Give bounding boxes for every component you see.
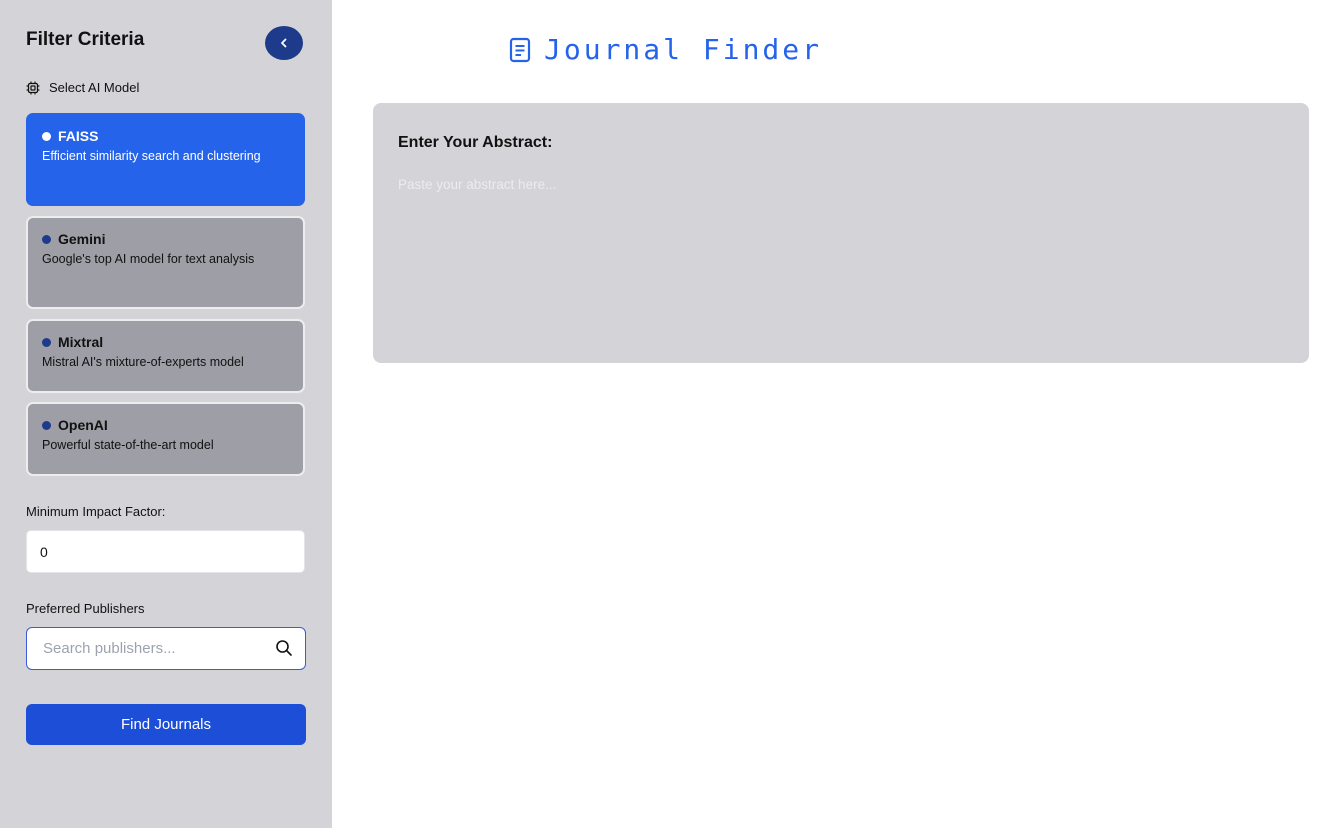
publisher-search-input[interactable] [27, 628, 267, 669]
model-name: FAISS [58, 128, 99, 144]
cpu-chip-icon [26, 81, 40, 94]
model-name: OpenAI [58, 417, 108, 433]
model-option-gemini[interactable]: Gemini Google's top AI model for text an… [26, 216, 305, 309]
model-dot-icon [42, 420, 51, 430]
model-dot-icon [42, 337, 51, 347]
model-heading-label: Select AI Model [49, 80, 140, 95]
collapse-sidebar-button[interactable] [265, 26, 303, 60]
model-dot-icon [42, 234, 51, 244]
model-description: Google's top AI model for text analysis [42, 252, 255, 266]
abstract-textarea[interactable] [398, 177, 1278, 347]
model-description: Efficient similarity search and clusteri… [42, 149, 261, 163]
search-icon[interactable] [275, 639, 293, 657]
page-title: Journal Finder [509, 33, 822, 66]
model-option-faiss[interactable]: FAISS Efficient similarity search and cl… [26, 113, 305, 206]
publishers-label: Preferred Publishers [26, 601, 145, 616]
sidebar: Filter Criteria Select AI Model FAISS Ef… [0, 0, 332, 828]
model-description: Powerful state-of-the-art model [42, 438, 214, 452]
document-icon [509, 37, 531, 62]
model-name: Mixtral [58, 334, 104, 350]
impact-factor-input[interactable] [26, 530, 305, 573]
model-name: Gemini [58, 231, 106, 247]
page-title-text: Journal Finder [544, 33, 823, 66]
model-option-openai[interactable]: OpenAI Powerful state-of-the-art model [26, 402, 305, 476]
chevron-left-icon [281, 38, 287, 48]
sidebar-title: Filter Criteria [26, 29, 145, 50]
model-description: Mistral AI's mixture-of-experts model [42, 355, 244, 369]
model-option-mixtral[interactable]: Mixtral Mistral AI's mixture-of-experts … [26, 319, 305, 393]
abstract-panel: Enter Your Abstract: [373, 103, 1309, 363]
publisher-search [26, 627, 306, 670]
model-heading: Select AI Model [26, 80, 139, 95]
abstract-label: Enter Your Abstract: [398, 134, 553, 151]
model-dot-icon [42, 131, 51, 141]
find-journals-button[interactable]: Find Journals [26, 704, 306, 745]
impact-factor-label: Minimum Impact Factor: [26, 504, 166, 519]
